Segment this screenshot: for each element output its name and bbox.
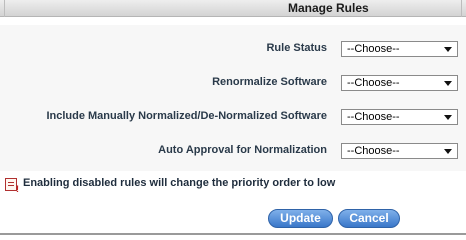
chevron-down-icon — [444, 149, 452, 154]
select-value: --Choose-- — [347, 111, 400, 123]
select-value: --Choose-- — [347, 145, 400, 157]
auto-approval-select[interactable]: --Choose-- — [341, 143, 458, 159]
title-bar-divider — [4, 0, 5, 17]
chevron-down-icon — [444, 115, 452, 120]
warning-note-icon — [5, 178, 19, 194]
renormalize-software-label: Renormalize Software — [212, 76, 327, 88]
cancel-button[interactable]: Cancel — [338, 209, 400, 228]
auto-approval-label: Auto Approval for Normalization — [158, 144, 327, 156]
rules-form: Rule Status --Choose-- Renormalize Softw… — [0, 25, 466, 171]
renormalize-software-select[interactable]: --Choose-- — [341, 75, 458, 91]
note-text: Enabling disabled rules will change the … — [23, 177, 336, 189]
field-row-renormalize-software: Renormalize Software --Choose-- — [0, 75, 466, 91]
dialog-title-bar: Manage Rules — [0, 0, 466, 17]
dialog-bottom-border — [0, 233, 466, 235]
field-row-rule-status: Rule Status --Choose-- — [0, 41, 466, 57]
dialog-title: Manage Rules — [288, 1, 369, 15]
include-manually-normalized-label: Include Manually Normalized/De-Normalize… — [46, 110, 327, 122]
field-row-include-manually-normalized: Include Manually Normalized/De-Normalize… — [0, 109, 466, 125]
title-bar-divider — [461, 0, 462, 17]
chevron-down-icon — [444, 81, 452, 86]
select-value: --Choose-- — [347, 43, 400, 55]
update-button[interactable]: Update — [268, 209, 333, 228]
include-manually-normalized-select[interactable]: --Choose-- — [341, 109, 458, 125]
chevron-down-icon — [444, 47, 452, 52]
field-row-auto-approval: Auto Approval for Normalization --Choose… — [0, 143, 466, 159]
rule-status-label: Rule Status — [266, 42, 327, 54]
select-value: --Choose-- — [347, 77, 400, 89]
rule-status-select[interactable]: --Choose-- — [341, 41, 458, 57]
